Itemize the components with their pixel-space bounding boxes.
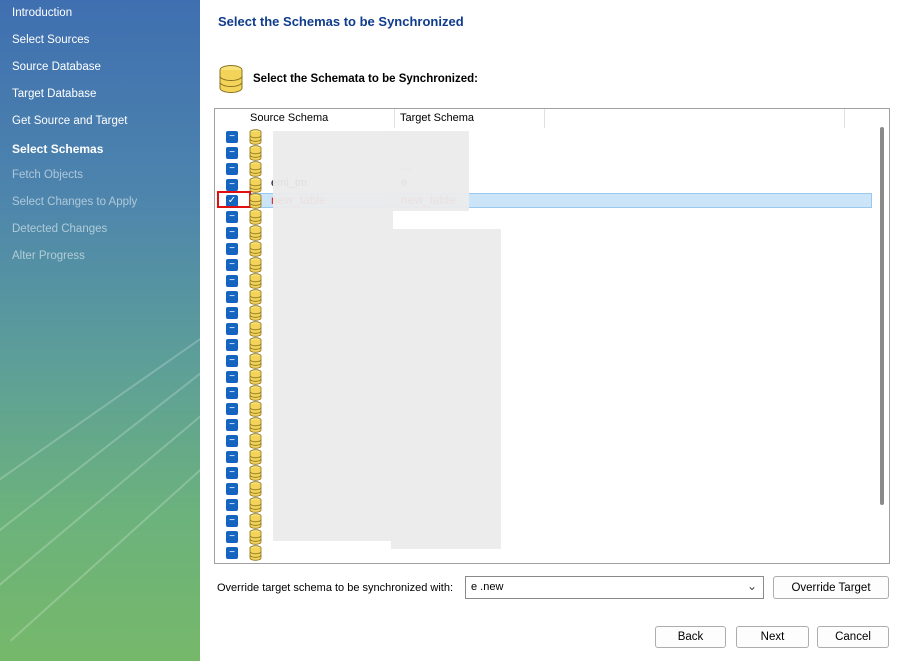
checkbox-partial-icon[interactable]: − — [226, 339, 238, 351]
override-label: Override target schema to be synchronize… — [217, 582, 454, 594]
redaction-overlay — [391, 131, 469, 211]
checkbox-partial-icon[interactable]: − — [226, 211, 238, 223]
checkbox-partial-icon[interactable]: − — [226, 131, 238, 143]
checkbox-partial-icon[interactable]: − — [226, 547, 238, 559]
checkbox-partial-icon[interactable]: − — [226, 483, 238, 495]
back-button[interactable]: Back — [655, 626, 726, 648]
checkbox-partial-icon[interactable]: − — [226, 307, 238, 319]
column-header-empty — [545, 109, 845, 128]
database-icon — [219, 65, 243, 93]
schema-database-icon — [249, 497, 262, 513]
wizard-step: Source Database — [12, 61, 101, 73]
sidebar-decoration — [0, 301, 200, 562]
schema-database-icon — [249, 145, 262, 161]
redaction-overlay — [273, 131, 393, 541]
vertical-scrollbar[interactable] — [880, 127, 884, 505]
section-title: Select the Schemata to be Synchronized: — [253, 73, 478, 85]
schema-database-icon — [249, 481, 262, 497]
checkbox-partial-icon[interactable]: − — [226, 403, 238, 415]
wizard-step: Select Sources — [12, 34, 90, 46]
override-schema-value: e .new — [471, 581, 504, 593]
schema-database-icon — [249, 385, 262, 401]
schema-database-icon — [249, 225, 262, 241]
schema-database-icon — [249, 129, 262, 145]
schema-row[interactable]: − — [215, 545, 875, 561]
checkbox-partial-icon[interactable]: − — [226, 243, 238, 255]
wizard-sidebar: Introduction Select Sources Source Databas… — [0, 0, 200, 661]
override-schema-select[interactable]: e .new ⌄ — [465, 576, 764, 599]
column-header-source[interactable]: Source Schema — [245, 109, 395, 128]
schema-database-icon — [249, 257, 262, 273]
schema-database-icon — [249, 417, 262, 433]
schema-database-icon — [249, 161, 262, 177]
wizard-step: Fetch Objects — [12, 169, 83, 181]
schema-database-icon — [249, 193, 262, 209]
annotation-highlight-box — [217, 191, 251, 208]
schema-database-icon — [249, 289, 262, 305]
checkbox-partial-icon[interactable]: − — [226, 275, 238, 287]
schema-database-icon — [249, 305, 262, 321]
checkbox-partial-icon[interactable]: − — [226, 435, 238, 447]
chevron-down-icon: ⌄ — [746, 579, 757, 593]
wizard-step: Select Changes to Apply — [12, 196, 138, 208]
checkbox-partial-icon[interactable]: − — [226, 467, 238, 479]
checkbox-partial-icon[interactable]: − — [226, 323, 238, 335]
next-button[interactable]: Next — [736, 626, 809, 648]
wizard-step: Target Database — [12, 88, 97, 100]
checkbox-partial-icon[interactable]: − — [226, 451, 238, 463]
checkbox-partial-icon[interactable]: − — [226, 371, 238, 383]
schema-database-icon — [249, 241, 262, 257]
schema-database-icon — [249, 433, 262, 449]
schema-database-icon — [249, 513, 262, 529]
wizard-step: Get Source and Target — [12, 115, 128, 127]
sidebar-decoration — [0, 279, 200, 522]
wizard-step: Alter Progress — [12, 250, 85, 262]
wizard-step: Select Schemas — [12, 142, 104, 156]
schema-database-icon — [249, 337, 262, 353]
schema-tree[interactable]: Source Schema Target Schema −−−…−emi_tme… — [214, 108, 890, 564]
checkbox-partial-icon[interactable]: − — [226, 387, 238, 399]
schema-database-icon — [249, 209, 262, 225]
schema-database-icon — [249, 545, 262, 561]
schema-database-icon — [249, 465, 262, 481]
wizard-step: Introduction — [12, 7, 73, 19]
checkbox-partial-icon[interactable]: − — [226, 531, 238, 543]
checkbox-partial-icon[interactable]: − — [226, 355, 238, 367]
schema-database-icon — [249, 449, 262, 465]
column-header-target[interactable]: Target Schema — [395, 109, 545, 128]
checkbox-partial-icon[interactable]: − — [226, 419, 238, 431]
schema-database-icon — [249, 529, 262, 545]
checkbox-partial-icon[interactable]: − — [226, 291, 238, 303]
checkbox-partial-icon[interactable]: − — [226, 227, 238, 239]
checkbox-partial-icon[interactable]: − — [226, 179, 238, 191]
checkbox-partial-icon[interactable]: − — [226, 259, 238, 271]
cancel-button[interactable]: Cancel — [817, 626, 889, 648]
schema-database-icon — [249, 401, 262, 417]
checkbox-partial-icon[interactable]: − — [226, 163, 238, 175]
checkbox-partial-icon[interactable]: − — [226, 499, 238, 511]
wizard-step: Detected Changes — [12, 223, 108, 235]
checkbox-partial-icon[interactable]: − — [226, 147, 238, 159]
redaction-overlay — [391, 229, 501, 549]
schema-database-icon — [249, 273, 262, 289]
schema-database-icon — [249, 353, 262, 369]
override-target-button[interactable]: Override Target — [773, 576, 889, 599]
schema-database-icon — [249, 369, 262, 385]
schema-database-icon — [249, 321, 262, 337]
checkbox-partial-icon[interactable]: − — [226, 515, 238, 527]
page-title: Select the Schemas to be Synchronized — [218, 14, 464, 29]
